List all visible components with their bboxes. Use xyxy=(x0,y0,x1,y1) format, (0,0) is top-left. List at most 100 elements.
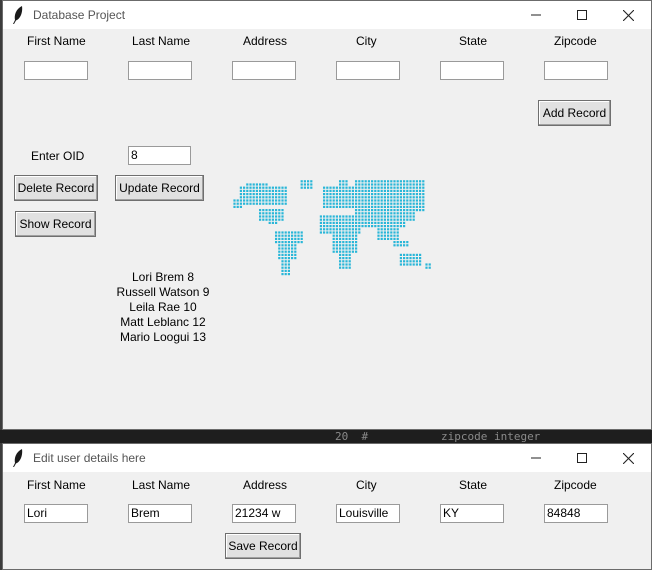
maximize-button[interactable] xyxy=(559,1,605,29)
map-dot xyxy=(396,234,399,237)
map-dot xyxy=(396,228,399,231)
map-dot xyxy=(265,218,268,221)
map-dot xyxy=(419,186,422,189)
close-button[interactable] xyxy=(605,1,651,29)
map-dot xyxy=(300,231,303,234)
map-dot xyxy=(271,199,274,202)
map-dot xyxy=(259,183,262,186)
map-dot xyxy=(361,209,364,212)
map-dot xyxy=(403,218,406,221)
map-dot xyxy=(377,202,380,205)
map-dot xyxy=(390,234,393,237)
map-dot xyxy=(412,212,415,215)
show-record-button[interactable]: Show Record xyxy=(15,211,96,237)
first-name-field[interactable]: Lori xyxy=(24,504,88,523)
map-dot xyxy=(399,209,402,212)
map-dot xyxy=(396,237,399,240)
map-dot xyxy=(281,244,284,247)
city-field[interactable] xyxy=(336,61,400,80)
map-dot xyxy=(287,241,290,244)
zipcode-field[interactable]: 84848 xyxy=(544,504,608,523)
map-dot xyxy=(351,215,354,218)
map-dot xyxy=(390,202,393,205)
map-dot xyxy=(355,209,358,212)
map-dot xyxy=(403,209,406,212)
last-name-field[interactable]: Brem xyxy=(128,504,192,523)
background-code-editor: 20 # zipcode integer xyxy=(0,430,652,443)
map-dot xyxy=(348,253,351,256)
address-field[interactable] xyxy=(232,61,296,80)
map-dot xyxy=(319,231,322,234)
map-dot xyxy=(371,215,374,218)
map-dot xyxy=(415,180,418,183)
address-field[interactable]: 21234 w cor xyxy=(232,504,296,523)
first-name-label: First Name xyxy=(27,478,86,492)
map-dot xyxy=(367,196,370,199)
map-dot xyxy=(259,189,262,192)
map-dot xyxy=(380,215,383,218)
map-dot xyxy=(342,202,345,205)
map-dot xyxy=(409,218,412,221)
map-dot xyxy=(387,215,390,218)
map-dot xyxy=(326,205,329,208)
oid-field[interactable]: 8 xyxy=(128,146,191,165)
close-button[interactable] xyxy=(605,444,651,472)
map-dot xyxy=(364,215,367,218)
map-dot xyxy=(425,266,428,269)
map-dot xyxy=(393,244,396,247)
delete-record-button[interactable]: Delete Record xyxy=(14,175,98,201)
state-field[interactable]: KY xyxy=(440,504,504,523)
maximize-icon xyxy=(577,453,587,463)
minimize-button[interactable] xyxy=(513,1,559,29)
map-dot xyxy=(403,253,406,256)
map-dot xyxy=(262,186,265,189)
map-dot xyxy=(403,193,406,196)
minimize-button[interactable] xyxy=(513,444,559,472)
map-dot xyxy=(374,215,377,218)
map-dot xyxy=(339,237,342,240)
map-dot xyxy=(358,183,361,186)
map-dot xyxy=(259,186,262,189)
map-dot xyxy=(310,180,313,183)
map-dot xyxy=(271,202,274,205)
map-dot xyxy=(428,263,431,266)
map-dot xyxy=(393,189,396,192)
map-dot xyxy=(284,231,287,234)
map-dot xyxy=(275,186,278,189)
last-name-field[interactable] xyxy=(128,61,192,80)
map-dot xyxy=(412,183,415,186)
map-dot xyxy=(239,196,242,199)
map-dot xyxy=(348,221,351,224)
address-label: Address xyxy=(243,34,288,48)
map-dot xyxy=(275,193,278,196)
map-dot xyxy=(278,244,281,247)
map-dot xyxy=(380,221,383,224)
save-record-button[interactable]: Save Record xyxy=(225,533,301,559)
state-field[interactable] xyxy=(440,61,504,80)
map-dot xyxy=(281,247,284,250)
map-dot xyxy=(329,205,332,208)
map-dot xyxy=(342,234,345,237)
map-dot xyxy=(377,199,380,202)
record-item: Lori Brem 8 xyxy=(131,270,195,284)
map-dot xyxy=(412,186,415,189)
add-record-button[interactable]: Add Record xyxy=(538,100,611,126)
update-record-button[interactable]: Update Record xyxy=(115,175,204,201)
map-dot xyxy=(380,234,383,237)
zipcode-field[interactable] xyxy=(544,61,608,80)
map-dot xyxy=(367,221,370,224)
map-dot xyxy=(419,253,422,256)
city-field[interactable]: Louisville xyxy=(336,504,400,523)
map-dot xyxy=(275,199,278,202)
map-dot xyxy=(361,225,364,228)
map-dot xyxy=(329,221,332,224)
maximize-button[interactable] xyxy=(559,444,605,472)
map-dot xyxy=(380,212,383,215)
map-dot xyxy=(345,199,348,202)
map-dot xyxy=(412,257,415,260)
map-dot xyxy=(351,244,354,247)
map-dot xyxy=(332,221,335,224)
map-dot xyxy=(342,263,345,266)
first-name-field[interactable] xyxy=(24,61,88,80)
map-dot xyxy=(351,241,354,244)
